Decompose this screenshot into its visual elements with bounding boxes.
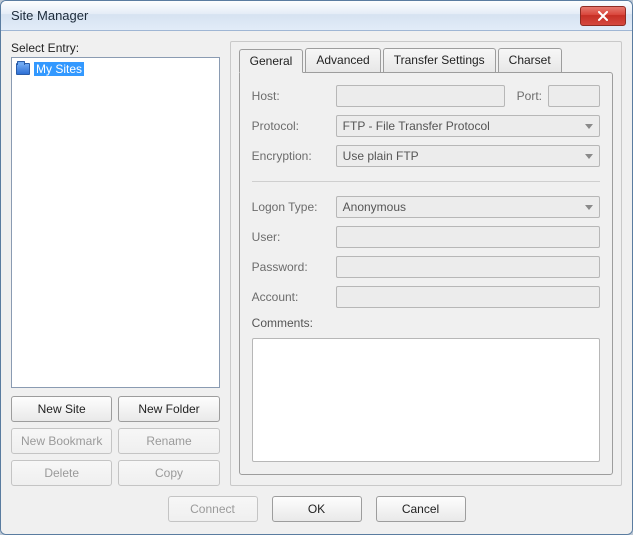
tab-charset[interactable]: Charset [498, 48, 562, 72]
row-user: User: [252, 226, 600, 248]
user-label: User: [252, 230, 330, 244]
tab-strip: General Advanced Transfer Settings Chars… [239, 48, 613, 72]
rename-button[interactable]: Rename [118, 428, 219, 454]
chevron-down-icon [585, 205, 593, 210]
comments-textarea[interactable] [252, 338, 600, 462]
user-input[interactable] [336, 226, 600, 248]
password-input[interactable] [336, 256, 600, 278]
site-tree[interactable]: My Sites [11, 57, 220, 388]
row-encryption: Encryption: Use plain FTP [252, 145, 600, 167]
left-button-grid: New Site New Folder New Bookmark Rename … [11, 396, 220, 486]
tab-general[interactable]: General [239, 49, 304, 73]
row-host: Host: Port: [252, 85, 600, 107]
footer-buttons: Connect OK Cancel [11, 496, 622, 526]
host-input[interactable] [336, 85, 505, 107]
right-panel: General Advanced Transfer Settings Chars… [230, 41, 622, 486]
host-label: Host: [252, 89, 330, 103]
site-manager-window: Site Manager Select Entry: My Sites New … [0, 0, 633, 535]
encryption-value: Use plain FTP [343, 149, 419, 163]
tab-advanced[interactable]: Advanced [305, 48, 380, 72]
logon-type-label: Logon Type: [252, 200, 330, 214]
row-password: Password: [252, 256, 600, 278]
account-input[interactable] [336, 286, 600, 308]
close-icon [598, 11, 608, 21]
chevron-down-icon [585, 124, 593, 129]
comments-label: Comments: [252, 316, 600, 330]
window-title: Site Manager [11, 8, 580, 23]
main-row: Select Entry: My Sites New Site New Fold… [11, 41, 622, 486]
select-entry-label: Select Entry: [11, 41, 220, 55]
divider [252, 181, 600, 182]
tab-transfer-settings[interactable]: Transfer Settings [383, 48, 496, 72]
account-label: Account: [252, 290, 330, 304]
row-account: Account: [252, 286, 600, 308]
protocol-label: Protocol: [252, 119, 330, 133]
tab-body-general: Host: Port: Protocol: FTP - File Transfe… [239, 72, 613, 475]
row-logon-type: Logon Type: Anonymous [252, 196, 600, 218]
tree-item-my-sites[interactable]: My Sites [14, 60, 217, 78]
tree-item-label: My Sites [34, 62, 84, 76]
ok-button[interactable]: OK [272, 496, 362, 522]
left-panel: Select Entry: My Sites New Site New Fold… [11, 41, 220, 486]
encryption-combo[interactable]: Use plain FTP [336, 145, 600, 167]
chevron-down-icon [585, 154, 593, 159]
client-area: Select Entry: My Sites New Site New Fold… [1, 31, 632, 534]
folder-icon [16, 63, 30, 75]
logon-type-combo[interactable]: Anonymous [336, 196, 600, 218]
row-protocol: Protocol: FTP - File Transfer Protocol [252, 115, 600, 137]
connect-button[interactable]: Connect [168, 496, 258, 522]
copy-button[interactable]: Copy [118, 460, 219, 486]
protocol-value: FTP - File Transfer Protocol [343, 119, 490, 133]
new-bookmark-button[interactable]: New Bookmark [11, 428, 112, 454]
close-button[interactable] [580, 6, 626, 26]
password-label: Password: [252, 260, 330, 274]
new-folder-button[interactable]: New Folder [118, 396, 219, 422]
new-site-button[interactable]: New Site [11, 396, 112, 422]
delete-button[interactable]: Delete [11, 460, 112, 486]
port-input[interactable] [548, 85, 600, 107]
cancel-button[interactable]: Cancel [376, 496, 466, 522]
titlebar: Site Manager [1, 1, 632, 31]
encryption-label: Encryption: [252, 149, 330, 163]
port-label: Port: [517, 89, 542, 103]
logon-type-value: Anonymous [343, 200, 406, 214]
protocol-combo[interactable]: FTP - File Transfer Protocol [336, 115, 600, 137]
